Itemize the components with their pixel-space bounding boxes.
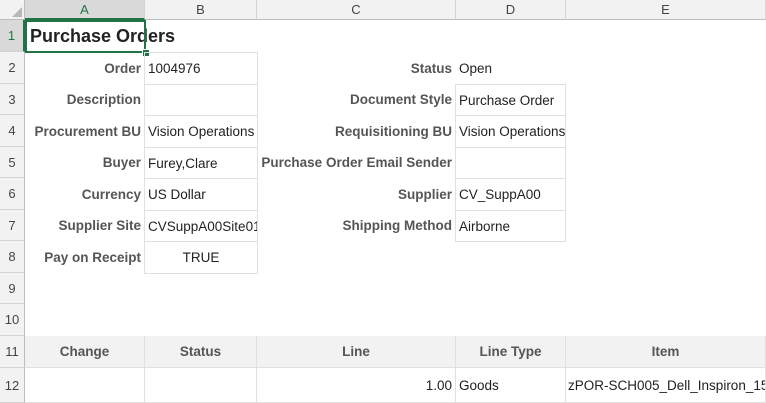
- table-header-status[interactable]: Status: [145, 336, 257, 368]
- row-header-2[interactable]: 2: [0, 52, 25, 84]
- column-header-a[interactable]: A: [25, 0, 145, 20]
- requisitioning-bu-label: Requisitioning BU: [335, 123, 452, 139]
- procurement-bu-value-cell[interactable]: Vision Operations: [144, 115, 258, 148]
- status-value-cell[interactable]: Open: [456, 52, 566, 84]
- row-header-4[interactable]: 4: [0, 115, 25, 147]
- table-row-status-cell[interactable]: [145, 368, 257, 403]
- document-style-value-cell[interactable]: Purchase Order: [455, 84, 566, 116]
- table-header-line-type[interactable]: Line Type: [456, 336, 566, 368]
- supplier-value-cell[interactable]: CV_SuppA00: [455, 178, 566, 211]
- table-row-item-cell[interactable]: zPOR-SCH005_Dell_Inspiron_1525: [566, 368, 766, 403]
- column-header-d[interactable]: D: [456, 0, 566, 20]
- row-header-3[interactable]: 3: [0, 84, 25, 115]
- row-header-7[interactable]: 7: [0, 210, 25, 241]
- buyer-value-cell[interactable]: Furey,Clare: [144, 147, 258, 179]
- row-header-6[interactable]: 6: [0, 178, 25, 210]
- status-label: Status: [410, 60, 452, 76]
- supplier-site-label: Supplier Site: [58, 218, 141, 233]
- column-header-e[interactable]: E: [566, 0, 766, 20]
- table-header-item[interactable]: Item: [566, 336, 766, 368]
- table-row-change-cell[interactable]: [25, 368, 145, 403]
- requisitioning-bu-value-cell[interactable]: Vision Operations: [455, 115, 566, 148]
- table-row-line-cell[interactable]: 1.00: [257, 368, 456, 403]
- order-value-cell[interactable]: 1004976: [144, 52, 258, 85]
- row-header-8[interactable]: 8: [0, 241, 25, 273]
- row-header-9[interactable]: 9: [0, 273, 25, 304]
- table-header-line[interactable]: Line: [257, 336, 456, 368]
- document-style-label: Document Style: [349, 92, 452, 107]
- table-row-line-type-cell[interactable]: Goods: [456, 368, 566, 403]
- spreadsheet-grid: A B C D E 1 2 3 4 5 6 7 8 9 10 11 12 Pur…: [0, 0, 766, 403]
- buyer-label: Buyer: [102, 155, 141, 170]
- supplier-site-value-cell[interactable]: CVSuppA00Site01: [144, 210, 258, 242]
- row-header-5[interactable]: 5: [0, 147, 25, 178]
- currency-value-cell[interactable]: US Dollar: [144, 178, 258, 211]
- description-value-cell[interactable]: [144, 84, 258, 116]
- description-label: Description: [66, 92, 141, 107]
- shipping-method-value-cell[interactable]: Airborne: [455, 210, 566, 242]
- pay-on-receipt-label: Pay on Receipt: [44, 249, 141, 265]
- po-email-sender-value-cell[interactable]: [455, 147, 566, 179]
- column-header-c[interactable]: C: [257, 0, 456, 20]
- select-all-corner[interactable]: [0, 0, 25, 20]
- row-header-1[interactable]: 1: [0, 20, 25, 52]
- column-header-b[interactable]: B: [145, 0, 257, 20]
- currency-label: Currency: [81, 186, 141, 202]
- active-cell-selection: [25, 20, 146, 53]
- shipping-method-label: Shipping Method: [342, 218, 452, 233]
- row-header-12[interactable]: 12: [0, 368, 25, 403]
- pay-on-receipt-value-cell[interactable]: TRUE: [144, 241, 258, 274]
- table-header-change[interactable]: Change: [25, 336, 145, 368]
- po-email-sender-label: Purchase Order Email Sender: [261, 155, 452, 170]
- row-header-10[interactable]: 10: [0, 304, 25, 336]
- order-label: Order: [104, 60, 141, 76]
- row-header-11[interactable]: 11: [0, 336, 25, 368]
- supplier-label: Supplier: [397, 186, 452, 202]
- procurement-bu-label: Procurement BU: [34, 123, 141, 139]
